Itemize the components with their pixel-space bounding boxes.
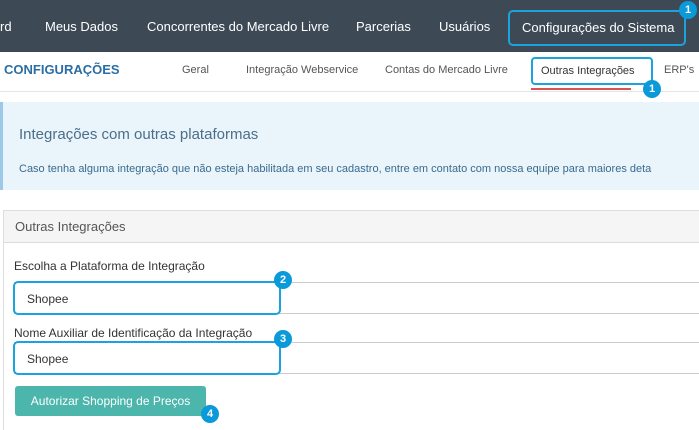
tab-geral[interactable]: Geral (182, 52, 209, 88)
banner-title: Integrações com outras plataformas (19, 126, 259, 143)
nav-item-meus-dados[interactable]: Meus Dados (45, 0, 118, 52)
platform-select-highlight (13, 281, 281, 315)
active-tab-underline (531, 88, 631, 90)
panel-header: Outras Integrações (4, 211, 699, 243)
settings-tab-bar: CONFIGURAÇÕES Geral Integração Webservic… (0, 52, 699, 92)
nav-item-usuarios[interactable]: Usuários (439, 0, 490, 52)
name-input-highlight (13, 341, 281, 375)
nav-item-dashboard[interactable]: rd (0, 0, 12, 52)
tab-erps[interactable]: ERP's (664, 52, 694, 88)
step-badge-1-nav: 1 (679, 1, 697, 19)
banner-text: Caso tenha alguma integração que não est… (19, 163, 652, 175)
step-badge-2: 2 (274, 271, 292, 289)
top-navigation: rd Meus Dados Concorrentes do Mercado Li… (0, 0, 699, 52)
authorize-shopping-precos-button[interactable]: Autorizar Shopping de Preços (15, 386, 206, 416)
page-title: CONFIGURAÇÕES (4, 62, 120, 77)
nav-item-parcerias[interactable]: Parcerias (356, 0, 411, 52)
panel-title: Outras Integrações (15, 219, 126, 234)
nav-item-concorrentes[interactable]: Concorrentes do Mercado Livre (147, 0, 329, 52)
tab-integracao-webservice[interactable]: Integração Webservice (246, 52, 358, 88)
step-badge-4: 4 (201, 405, 219, 423)
step-badge-3: 3 (274, 330, 292, 348)
info-banner: Integrações com outras plataformas Caso … (0, 102, 699, 190)
platform-label: Escolha a Plataforma de Integração (14, 259, 205, 273)
tab-outras-integracoes[interactable]: Outras Integrações (531, 57, 653, 85)
step-badge-1-tab: 1 (643, 80, 661, 98)
name-label: Nome Auxiliar de Identificação da Integr… (14, 326, 253, 340)
tab-contas-mercado-livre[interactable]: Contas do Mercado Livre (385, 52, 508, 88)
nav-item-configuracoes-sistema[interactable]: Configurações do Sistema (508, 10, 686, 46)
